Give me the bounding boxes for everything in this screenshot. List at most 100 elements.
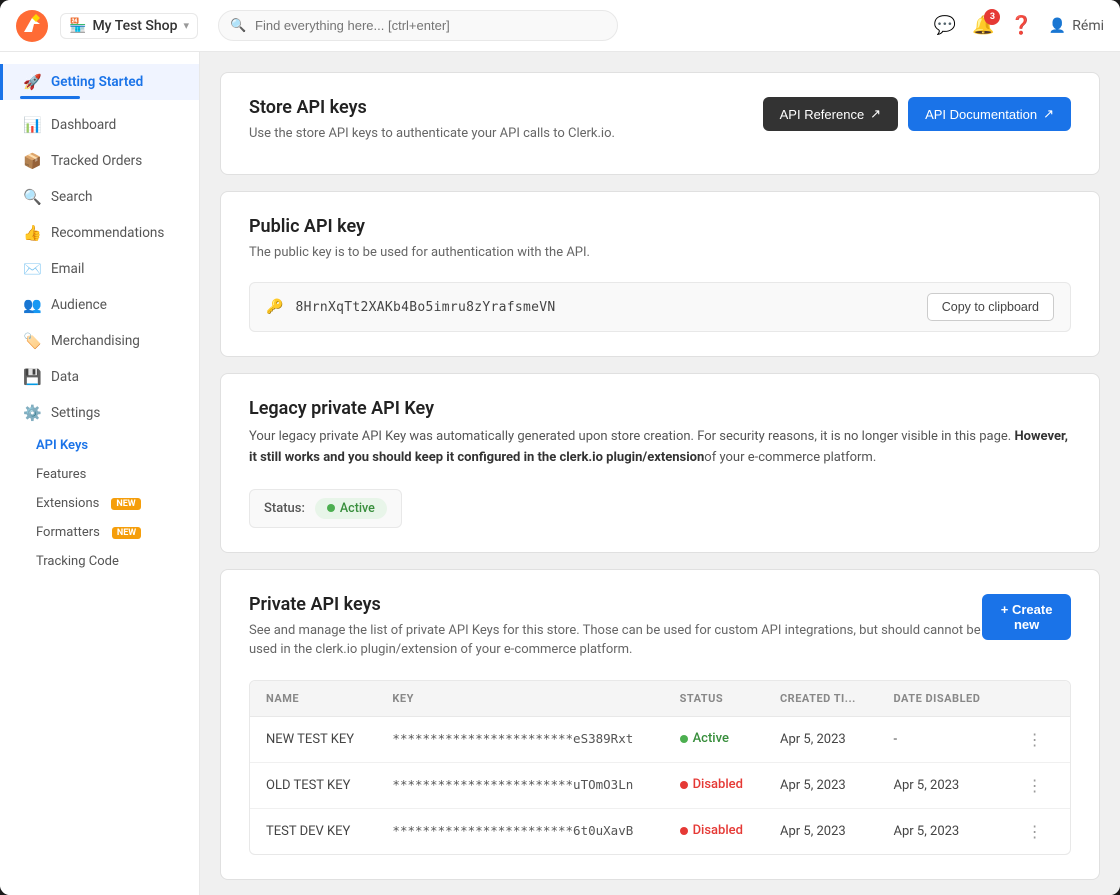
sidebar-item-settings[interactable]: ⚙️ Settings <box>0 395 199 431</box>
cell-key: ************************6t0uXavB <box>376 808 663 854</box>
table-row: NEW TEST KEY ************************eS3… <box>250 716 1070 762</box>
store-api-keys-title: Store API keys <box>249 97 615 118</box>
legacy-api-key-description: Your legacy private API Key was automati… <box>249 427 1071 469</box>
main-content: Store API keys Use the store API keys to… <box>200 52 1120 895</box>
cell-created: Apr 5, 2023 <box>764 716 878 762</box>
store-selector[interactable]: 🏪 My Test Shop ▾ <box>60 13 198 39</box>
store-name: My Test Shop <box>92 18 177 34</box>
main-layout: 🚀 Getting Started 📊 Dashboard 📦 Tracked … <box>0 52 1120 895</box>
sidebar-item-search[interactable]: 🔍 Search <box>0 179 199 215</box>
sidebar-item-label: Audience <box>51 297 107 313</box>
cell-name: OLD TEST KEY <box>250 762 376 808</box>
external-link-icon-2: ↗ <box>1043 106 1054 122</box>
data-icon: 💾 <box>23 368 41 386</box>
cell-menu: ⋮ <box>1003 808 1070 854</box>
app-logo <box>16 10 48 42</box>
store-api-keys-card: Store API keys Use the store API keys to… <box>220 72 1100 175</box>
extensions-new-badge: NEW <box>111 498 140 510</box>
copy-to-clipboard-button[interactable]: Copy to clipboard <box>927 293 1054 321</box>
cell-disabled: Apr 5, 2023 <box>878 762 1003 808</box>
dashboard-icon: 📊 <box>23 116 41 134</box>
audience-icon: 👥 <box>23 296 41 314</box>
sidebar-item-label: Tracked Orders <box>51 153 142 169</box>
public-api-key-card: Public API key The public key is to be u… <box>220 191 1100 358</box>
search-nav-icon: 🔍 <box>23 188 41 206</box>
sidebar-item-label: Recommendations <box>51 225 164 241</box>
sidebar-item-tracked-orders[interactable]: 📦 Tracked Orders <box>0 143 199 179</box>
extensions-label: Extensions <box>36 496 99 511</box>
create-new-button[interactable]: + Create new <box>982 594 1071 640</box>
search-input[interactable] <box>218 10 618 41</box>
help-icon: ❓ <box>1010 15 1032 36</box>
sidebar-item-label: Dashboard <box>51 117 116 133</box>
col-actions <box>1003 681 1070 717</box>
status-dot-active <box>327 504 335 512</box>
status-badge: Active <box>315 498 387 519</box>
chat-icon: 💬 <box>934 15 956 36</box>
cell-created: Apr 5, 2023 <box>764 762 878 808</box>
notifications-button[interactable]: 🔔 3 <box>972 15 994 36</box>
cell-menu: ⋮ <box>1003 762 1070 808</box>
api-keys-table: NAME KEY STATUS CREATED TI... DATE DISAB… <box>250 681 1070 854</box>
private-api-keys-card: Private API keys See and manage the list… <box>220 569 1100 880</box>
sidebar-item-recommendations[interactable]: 👍 Recommendations <box>0 215 199 251</box>
api-documentation-button[interactable]: API Documentation ↗ <box>908 97 1071 131</box>
sidebar-item-label: Data <box>51 369 79 385</box>
cell-created: Apr 5, 2023 <box>764 808 878 854</box>
help-button[interactable]: ❓ <box>1010 15 1032 36</box>
sidebar-item-label: Email <box>51 261 84 277</box>
public-api-key-row: 🔑 8HrnXqTt2XAKb4Bo5imru8zYrafsmeVN Copy … <box>249 282 1071 332</box>
cell-name: TEST DEV KEY <box>250 808 376 854</box>
sidebar-sub-item-features[interactable]: Features <box>0 460 199 489</box>
cell-status: Disabled <box>664 762 764 808</box>
table-header: NAME KEY STATUS CREATED TI... DATE DISAB… <box>250 681 1070 717</box>
formatters-new-badge: NEW <box>112 527 141 539</box>
sidebar-sub-item-api-keys[interactable]: API Keys <box>0 431 199 460</box>
user-name: Rémi <box>1072 18 1104 34</box>
row-menu-button[interactable]: ⋮ <box>1019 772 1051 799</box>
col-disabled: DATE DISABLED <box>878 681 1003 717</box>
sidebar-item-merchandising[interactable]: 🏷️ Merchandising <box>0 323 199 359</box>
sidebar-item-data[interactable]: 💾 Data <box>0 359 199 395</box>
merchandising-icon: 🏷️ <box>23 332 41 350</box>
sidebar-item-label: Getting Started <box>51 74 143 90</box>
table-row: OLD TEST KEY ************************uTO… <box>250 762 1070 808</box>
sidebar-sub-item-extensions[interactable]: Extensions NEW <box>0 489 199 518</box>
sidebar-sub-item-tracking-code[interactable]: Tracking Code <box>0 547 199 576</box>
header-actions: 💬 🔔 3 ❓ 👤 Rémi <box>934 15 1104 36</box>
col-key: KEY <box>376 681 663 717</box>
sidebar: 🚀 Getting Started 📊 Dashboard 📦 Tracked … <box>0 52 200 895</box>
sidebar-item-audience[interactable]: 👥 Audience <box>0 287 199 323</box>
cell-status: Disabled <box>664 808 764 854</box>
sidebar-item-getting-started[interactable]: 🚀 Getting Started <box>0 64 199 100</box>
api-reference-label: API Reference <box>780 107 865 122</box>
tracking-code-label: Tracking Code <box>36 554 119 569</box>
public-api-key-value: 8HrnXqTt2XAKb4Bo5imru8zYrafsmeVN <box>295 300 914 315</box>
cell-disabled: - <box>878 716 1003 762</box>
chat-button[interactable]: 💬 <box>934 15 956 36</box>
formatters-label: Formatters <box>36 525 100 540</box>
table-row: TEST DEV KEY ************************6t0… <box>250 808 1070 854</box>
sidebar-item-dashboard[interactable]: 📊 Dashboard <box>0 107 199 143</box>
api-documentation-label: API Documentation <box>925 107 1037 122</box>
status-indicator <box>680 781 688 789</box>
tracked-orders-icon: 📦 <box>23 152 41 170</box>
row-menu-button[interactable]: ⋮ <box>1019 726 1051 753</box>
public-api-key-description: The public key is to be used for authent… <box>249 243 1071 263</box>
user-icon: 👤 <box>1049 18 1066 34</box>
sidebar-sub-item-formatters[interactable]: Formatters NEW <box>0 518 199 547</box>
sidebar-item-email[interactable]: ✉️ Email <box>0 251 199 287</box>
sidebar-item-label: Search <box>51 189 92 205</box>
legacy-description-plain: Your legacy private API Key was automati… <box>249 429 1014 444</box>
store-icon: 🏪 <box>69 18 86 34</box>
legacy-status-row: Status: Active <box>249 489 402 528</box>
user-menu[interactable]: 👤 Rémi <box>1049 18 1104 34</box>
private-api-keys-description: See and manage the list of private API K… <box>249 621 982 660</box>
row-menu-button[interactable]: ⋮ <box>1019 818 1051 845</box>
col-status: STATUS <box>664 681 764 717</box>
api-reference-button[interactable]: API Reference ↗ <box>763 97 898 131</box>
api-key-actions: API Reference ↗ API Documentation ↗ <box>763 97 1071 131</box>
notification-badge: 3 <box>984 9 1000 25</box>
key-icon: 🔑 <box>266 299 283 315</box>
email-icon: ✉️ <box>23 260 41 278</box>
